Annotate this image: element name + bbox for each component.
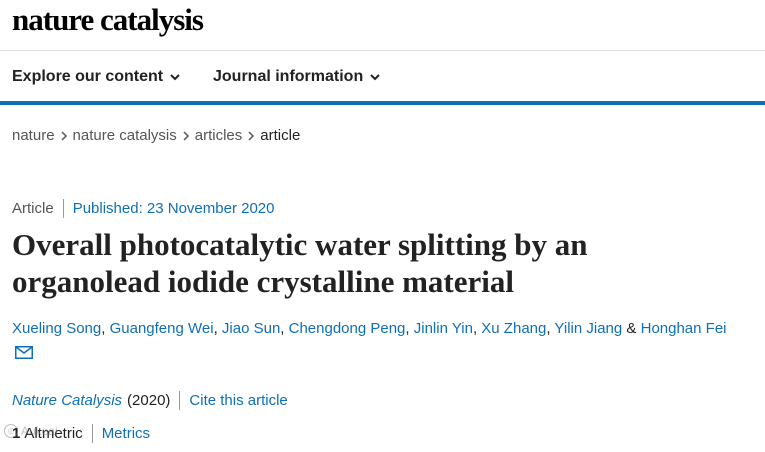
nav-journal-label: Journal information: [213, 68, 364, 85]
publication-year: (2020): [127, 392, 171, 409]
watermark: ◎ Aukeai: [4, 424, 58, 438]
author-link[interactable]: Yilin Jiang: [554, 320, 622, 337]
author-separator: ,: [101, 320, 106, 337]
metrics-divider: [91, 424, 93, 443]
author-joiner: &: [626, 320, 637, 337]
author-separator: ,: [546, 320, 551, 337]
breadcrumb-articles[interactable]: articles: [195, 127, 243, 144]
article-meta: Article Published: 23 November 2020: [12, 199, 274, 218]
author-list: Xueling Song, Guangfeng Wei, Jiao Sun, C…: [12, 319, 762, 339]
meta-divider: [62, 199, 64, 218]
published-date: Published: 23 November 2020: [72, 200, 275, 217]
chevron-down-icon: [170, 74, 180, 81]
journal-link[interactable]: Nature Catalysis: [12, 392, 122, 409]
nav-accent-bar: [0, 101, 765, 105]
author-link[interactable]: Xu Zhang: [481, 320, 546, 337]
breadcrumb-article: article: [260, 127, 301, 144]
watermark-icon: ◎: [4, 424, 18, 438]
chevron-right-icon: [183, 130, 189, 141]
metrics-link[interactable]: Metrics: [102, 425, 150, 442]
breadcrumb-nature-catalysis[interactable]: nature catalysis: [73, 127, 177, 144]
watermark-text: Aukeai: [21, 424, 58, 438]
chevron-right-icon: [248, 130, 255, 141]
nav-explore-label: Explore our content: [12, 68, 164, 85]
author-separator: ,: [472, 320, 478, 337]
citation-line: Nature Catalysis (2020) Cite this articl…: [12, 391, 288, 410]
site-logo[interactable]: nature catalysis: [12, 2, 204, 38]
author-link[interactable]: Chengdong Peng: [289, 320, 406, 337]
author-link[interactable]: Jinlin Yin: [414, 320, 473, 337]
article-title: Overall photocatalytic water splitting b…: [12, 227, 588, 299]
breadcrumb-nature[interactable]: nature: [12, 127, 55, 144]
chevron-right-icon: [61, 130, 67, 141]
author-link[interactable]: Jiao Sun: [222, 320, 280, 337]
author-link[interactable]: Xueling Song: [12, 320, 101, 337]
nav-journal-information[interactable]: Journal information: [213, 68, 381, 86]
author-separator: ,: [405, 320, 410, 337]
article-type: Article: [12, 200, 54, 217]
mail-icon[interactable]: [15, 346, 33, 359]
breadcrumb: nature nature catalysis articles article: [12, 127, 300, 144]
author-separator: ,: [280, 320, 285, 337]
chevron-down-icon: [370, 74, 380, 81]
citation-divider: [179, 391, 181, 410]
main-nav: Explore our content Journal information: [0, 51, 765, 101]
nav-explore-content[interactable]: Explore our content: [12, 68, 181, 86]
site-header: nature catalysis: [0, 0, 765, 50]
author-link[interactable]: Guangfeng Wei: [110, 320, 214, 337]
author-link[interactable]: Honghan Fei: [641, 320, 727, 337]
cite-this-article-link[interactable]: Cite this article: [189, 392, 287, 409]
author-separator: ,: [213, 320, 218, 337]
